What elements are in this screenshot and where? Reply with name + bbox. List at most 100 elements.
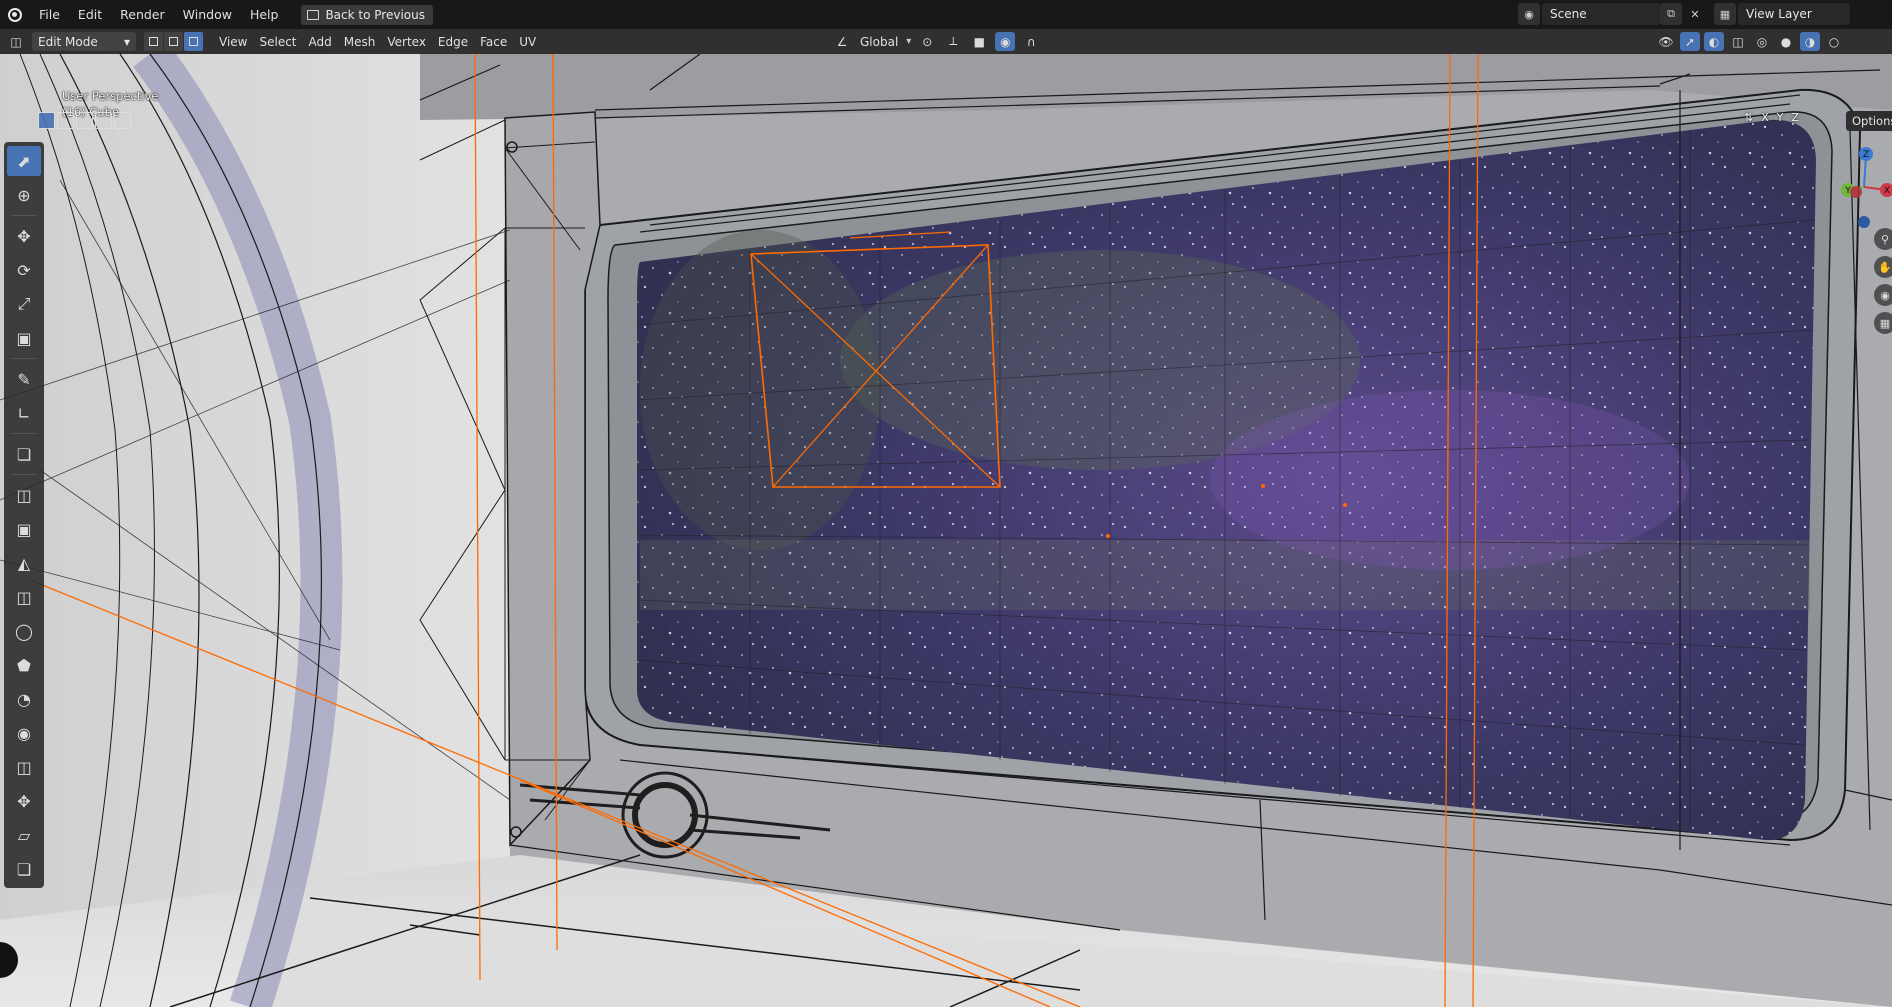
edge-slide-tool[interactable]: ◫: [7, 752, 41, 782]
overlays-icon[interactable]: ◐: [1704, 32, 1724, 51]
select-mode-buttons: [144, 32, 203, 51]
menu-view[interactable]: View: [213, 32, 253, 51]
snap-icon[interactable]: ⟂: [943, 32, 963, 51]
menu-edge[interactable]: Edge: [432, 32, 474, 51]
view-layer-field[interactable]: View Layer: [1738, 3, 1850, 25]
select-new-icon[interactable]: [38, 112, 55, 129]
options-button[interactable]: Options: [1846, 111, 1892, 131]
menu-render[interactable]: Render: [111, 0, 174, 29]
viewport-navigation: ⚲ ✋ ◉ ▦: [1874, 228, 1892, 334]
back-to-previous-label: Back to Previous: [325, 7, 425, 22]
axis-y-toggle[interactable]: Y: [1777, 111, 1784, 124]
back-to-previous-button[interactable]: Back to Previous: [301, 4, 433, 25]
perspective-toggle-icon[interactable]: ▦: [1874, 312, 1892, 334]
camera-icon[interactable]: ◉: [1874, 284, 1892, 306]
menu-edit[interactable]: Edit: [69, 0, 111, 29]
scene-selector: ◉ Scene ⧉ ✕ ▦ View Layer: [1518, 3, 1850, 25]
mode-dropdown[interactable]: Edit Mode ▾: [32, 32, 136, 51]
tool-shelf: ⬈ ⊕ ✥ ⟳ ⤢ ▣ ✎ ∟ ❏ ◫ ▣ ◭ ◫ ◯ ⬟ ◔ ◉ ◫ ✥ ▱ …: [4, 142, 44, 888]
loop-cut-tool[interactable]: ◫: [7, 582, 41, 612]
inset-faces-tool[interactable]: ▣: [7, 514, 41, 544]
scene-render: [0, 54, 1892, 1007]
scale-tool[interactable]: ⤢: [7, 289, 41, 319]
menu-mesh[interactable]: Mesh: [338, 32, 382, 51]
vertex-select-icon: [149, 37, 158, 46]
mirror-icon[interactable]: ⇅: [1744, 111, 1753, 124]
options-label: Options: [1852, 114, 1892, 128]
select-intersect-icon[interactable]: [114, 112, 131, 129]
transform-tools: ∠ Global ▾ ⊙ ⟂ ■ ◉ ∩: [832, 32, 1041, 51]
rip-region-tool[interactable]: ❏: [7, 854, 41, 884]
mirror-axes: ⇅ X Y Z: [1744, 111, 1799, 124]
knife-tool[interactable]: ◯: [7, 616, 41, 646]
smooth-tool[interactable]: ◉: [7, 718, 41, 748]
chevron-down-icon: ▾: [123, 34, 130, 49]
spin-tool[interactable]: ◔: [7, 684, 41, 714]
select-invert-icon[interactable]: [95, 112, 112, 129]
zoom-icon[interactable]: ⚲: [1874, 228, 1892, 250]
pan-icon[interactable]: ✋: [1874, 256, 1892, 278]
transform-orientation-icon: ∠: [836, 34, 848, 49]
separator: [11, 433, 37, 434]
gizmo-x-label: X: [1884, 186, 1890, 196]
view-layer-browse-icon[interactable]: ▦: [1714, 3, 1736, 25]
edge-select-button[interactable]: [164, 32, 183, 51]
chevron-down-icon: ▾: [906, 36, 912, 47]
vertex-select-button[interactable]: [144, 32, 163, 51]
header-menus: View Select Add Mesh Vertex Edge Face UV: [213, 32, 542, 51]
falloff-icon[interactable]: ∩: [1021, 32, 1041, 51]
material-shading-icon[interactable]: ◑: [1800, 32, 1820, 51]
shrink-fatten-tool[interactable]: ✥: [7, 786, 41, 816]
menu-face[interactable]: Face: [474, 32, 513, 51]
axis-z-toggle[interactable]: Z: [1792, 111, 1800, 124]
select-box-modes: [38, 112, 131, 129]
annotate-tool[interactable]: ✎: [7, 364, 41, 394]
select-extend-icon[interactable]: [57, 112, 74, 129]
scene-name-field[interactable]: Scene: [1542, 3, 1660, 25]
scene-name: Scene: [1550, 7, 1587, 21]
snap-target-icon[interactable]: ■: [969, 32, 989, 51]
rendered-shading-icon[interactable]: ○: [1824, 32, 1844, 51]
bevel-tool[interactable]: ◭: [7, 548, 41, 578]
shear-tool[interactable]: ▱: [7, 820, 41, 850]
menu-select[interactable]: Select: [253, 32, 302, 51]
rotate-tool[interactable]: ⟳: [7, 255, 41, 285]
axis-x-toggle[interactable]: X: [1761, 111, 1769, 124]
measure-tool[interactable]: ∟: [7, 398, 41, 428]
separator: [11, 215, 37, 216]
extrude-region-tool[interactable]: ◫: [7, 480, 41, 510]
mode-label: Edit Mode: [38, 34, 98, 49]
pivot-point-icon[interactable]: ⊙: [917, 32, 937, 51]
gizmo-toggle-icon[interactable]: ➚: [1680, 32, 1700, 51]
transform-orientation-dropdown[interactable]: Global: [858, 32, 900, 51]
menu-help[interactable]: Help: [241, 0, 288, 29]
wireframe-shading-icon[interactable]: ◎: [1752, 32, 1772, 51]
gizmo-z-label: Z: [1863, 150, 1869, 160]
visibility-icon[interactable]: 👁: [1656, 32, 1676, 51]
face-select-button[interactable]: [184, 32, 203, 51]
menu-file[interactable]: File: [30, 0, 69, 29]
poly-build-tool[interactable]: ⬟: [7, 650, 41, 680]
editor-type-icon[interactable]: ◫: [6, 32, 26, 51]
solid-shading-icon[interactable]: ●: [1776, 32, 1796, 51]
3d-viewport[interactable]: User Perspective (16) Cube ⇅ X Y Z Optio…: [0, 54, 1892, 1007]
navigation-gizmo[interactable]: Z Y X: [1836, 142, 1892, 232]
close-scene-icon[interactable]: ✕: [1684, 3, 1706, 25]
edge-select-icon: [169, 37, 178, 46]
add-cube-tool[interactable]: ❏: [7, 439, 41, 469]
xray-icon[interactable]: ◫: [1728, 32, 1748, 51]
scene-browse-icon[interactable]: ◉: [1518, 3, 1540, 25]
transform-tool[interactable]: ▣: [7, 323, 41, 353]
proportional-editing-icon[interactable]: ◉: [995, 32, 1016, 51]
cursor-tool[interactable]: ⊕: [7, 180, 41, 210]
new-scene-icon[interactable]: ⧉: [1660, 3, 1682, 25]
blender-logo-icon[interactable]: [8, 7, 22, 22]
view-layer-name: View Layer: [1746, 7, 1812, 21]
menu-vertex[interactable]: Vertex: [381, 32, 432, 51]
menu-uv[interactable]: UV: [513, 32, 542, 51]
select-subtract-icon[interactable]: [76, 112, 93, 129]
select-box-tool[interactable]: ⬈: [7, 146, 41, 176]
move-tool[interactable]: ✥: [7, 221, 41, 251]
menu-add[interactable]: Add: [303, 32, 338, 51]
menu-window[interactable]: Window: [174, 0, 241, 29]
